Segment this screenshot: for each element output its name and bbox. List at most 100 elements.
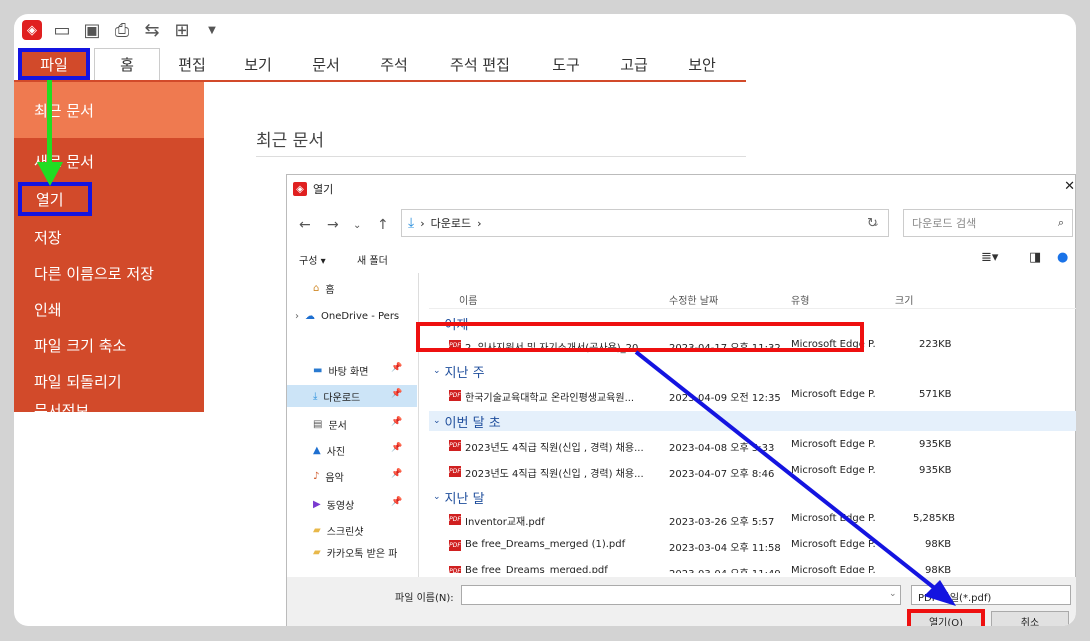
tab-view[interactable]: 보기	[224, 48, 292, 80]
back-arrow-icon[interactable]: ←	[299, 217, 311, 233]
pdf-icon: PDF	[449, 466, 461, 477]
dropdown-icon[interactable]: ▼	[202, 20, 222, 40]
column-name[interactable]: 이름	[459, 292, 477, 307]
folder-icon: ▰	[313, 546, 321, 558]
nav-item-home[interactable]: ⌂ 홈	[313, 277, 335, 299]
pin-icon[interactable]: 📌	[391, 389, 402, 399]
tab-tools[interactable]: 도구	[532, 48, 600, 80]
pin-icon[interactable]: 📌	[391, 469, 402, 479]
search-icon[interactable]: ⌕	[1058, 216, 1064, 230]
file-name: 2023년도 4직급 직원(신입 , 경력) 채용...	[465, 443, 644, 454]
filetype-select[interactable]: PDF 파일(*.pdf)	[911, 585, 1071, 605]
pdf-icon: PDF	[449, 390, 461, 401]
address-bar[interactable]: ⤓ › 다운로드 › ⌄	[401, 209, 889, 237]
help-icon[interactable]: ●	[1057, 250, 1068, 265]
nav-item-kakaotalk[interactable]: ▰ 카카오톡 받은 파	[313, 545, 397, 560]
organize-button[interactable]: 구성 ▾	[299, 252, 326, 267]
group-header[interactable]: ⌄ 지난 달	[429, 487, 1076, 507]
nav-item-onedrive[interactable]: › ☁ OneDrive - Pers	[295, 305, 399, 327]
file-row[interactable]: PDF 2023년도 4직급 직원(신입 , 경력) 채용... 2023-04…	[429, 461, 1076, 483]
file-menu-sidebar: 최근 문서 새로 문서 열기 저장 다른 이름으로 저장 인쇄 파일 크기 축소…	[14, 82, 204, 414]
music-icon: ♪	[313, 470, 320, 482]
file-row[interactable]: PDF 2023년도 4직급 직원(신입 , 경력) 채용... 2023-04…	[429, 435, 1076, 457]
pin-icon[interactable]: 📌	[391, 363, 402, 373]
chevron-down-icon[interactable]: ⌄	[889, 589, 897, 599]
file-name: Be free_Dreams_merged.pdf	[465, 565, 608, 573]
tab-comment[interactable]: 주석	[360, 48, 428, 80]
save-icon[interactable]: ▣	[82, 20, 102, 41]
dialog-toolbar: 구성 ▾ 새 폴더 ≣▾ ◨ ●	[287, 247, 1076, 271]
nav-label: 음악	[325, 472, 344, 484]
sidebar-item-reduce-size[interactable]: 파일 크기 축소	[14, 328, 204, 362]
redo-icon[interactable]: ⇆	[142, 20, 162, 41]
file-name: 2023년도 4직급 직원(신입 , 경력) 채용...	[465, 469, 644, 480]
quick-access-toolbar: ◈ ▭ ▣ ⎙ ⇆ ⊞ ▼	[22, 16, 222, 44]
filename-input[interactable]	[461, 585, 901, 605]
sidebar-item-save[interactable]: 저장	[14, 220, 204, 254]
cancel-button[interactable]: 취소	[991, 611, 1069, 626]
sidebar-item-print[interactable]: 인쇄	[14, 292, 204, 326]
new-doc-icon[interactable]: ⊞	[172, 20, 192, 41]
tab-security[interactable]: 보안	[668, 48, 736, 80]
nav-item-music[interactable]: ♪ 음악	[313, 465, 344, 487]
app-window: ◈ ▭ ▣ ⎙ ⇆ ⊞ ▼ 파일 홈 편집 보기 문서 주석 주석 편집 도구 …	[14, 14, 1076, 626]
group-label: 지난 주	[444, 365, 485, 381]
nav-label: 바탕 화면	[328, 366, 369, 378]
file-date: 2023-04-09 오전 12:35	[669, 393, 781, 404]
column-date[interactable]: 수정한 날짜	[669, 292, 718, 307]
file-name: 한국기술교육대학교 온라인평생교육원...	[465, 393, 635, 404]
tab-home[interactable]: 홈	[94, 48, 160, 80]
pin-icon[interactable]: 📌	[391, 443, 402, 453]
recent-chevron-icon[interactable]: ⌄	[353, 220, 361, 231]
search-input[interactable]: 다운로드 검색 ⌕	[903, 209, 1073, 237]
group-header[interactable]: ⌄ 이번 달 초	[429, 411, 1076, 431]
pin-icon[interactable]: 📌	[391, 497, 402, 507]
nav-label: 문서	[328, 420, 347, 432]
pin-icon[interactable]: 📌	[391, 417, 402, 427]
preview-pane-icon[interactable]: ◨	[1029, 250, 1041, 265]
file-row[interactable]: PDF Be free_Dreams_merged (1).pdf 2023-0…	[429, 535, 1076, 557]
forward-arrow-icon[interactable]: →	[327, 217, 339, 233]
print-icon[interactable]: ⎙	[112, 20, 132, 41]
file-row[interactable]: PDF Inventor교재.pdf 2023-03-26 오후 5:57 Mi…	[429, 509, 1076, 531]
chevron-down-icon: ⌄	[433, 416, 441, 426]
sidebar-item-doc-info[interactable]: 문서정보	[14, 400, 204, 414]
column-type[interactable]: 유형	[791, 292, 809, 307]
tab-comment-edit[interactable]: 주석 편집	[428, 48, 532, 80]
nav-item-screenshots[interactable]: ▰ 스크린샷	[313, 519, 364, 541]
chevron-down-icon: ⌄	[433, 492, 441, 502]
tab-edit[interactable]: 편집	[160, 48, 224, 80]
breadcrumb-downloads[interactable]: 다운로드	[431, 215, 471, 231]
divider	[256, 156, 746, 157]
file-size: 571KB	[919, 389, 952, 400]
tab-file[interactable]: 파일	[18, 48, 90, 80]
sidebar-item-open[interactable]: 열기	[18, 182, 92, 216]
nav-item-documents[interactable]: ▤ 문서	[313, 413, 347, 435]
file-name: Be free_Dreams_merged (1).pdf	[465, 539, 626, 550]
folder-open-icon[interactable]: ▭	[52, 20, 72, 41]
up-arrow-icon[interactable]: ↑	[377, 217, 389, 233]
sidebar-item-recent[interactable]: 최근 문서	[14, 82, 204, 138]
page-title: 최근 문서	[256, 131, 324, 151]
refresh-icon[interactable]: ↻	[867, 216, 878, 231]
nav-label: 홈	[325, 284, 335, 296]
column-size[interactable]: 크기	[895, 292, 913, 307]
close-icon[interactable]: ✕	[1064, 179, 1075, 194]
nav-item-desktop[interactable]: ▬ 바탕 화면	[313, 359, 368, 381]
chevron-down-icon: ⌄	[433, 366, 441, 376]
view-menu-icon[interactable]: ≣▾	[981, 250, 998, 265]
new-folder-button[interactable]: 새 폴더	[357, 252, 388, 267]
open-button[interactable]: 열기(O)	[907, 609, 985, 626]
sidebar-item-revert[interactable]: 파일 되돌리기	[14, 364, 204, 398]
navigation-pane: ⌂ 홈 › ☁ OneDrive - Pers ▬ 바탕 화면 📌 ⤓ 다운로드 📌 ▤ 문…	[287, 273, 419, 577]
sidebar-item-save-as[interactable]: 다른 이름으로 저장	[14, 256, 204, 290]
group-header[interactable]: ⌄ 지난 주	[429, 361, 1076, 381]
tab-document[interactable]: 문서	[292, 48, 360, 80]
tab-advanced[interactable]: 고급	[600, 48, 668, 80]
nav-item-pictures[interactable]: ▲ 사진	[313, 439, 345, 461]
acrobat-logo-icon: ◈	[22, 20, 42, 40]
nav-item-videos[interactable]: ▶ 동영상	[313, 493, 354, 515]
file-row[interactable]: PDF 한국기술교육대학교 온라인평생교육원... 2023-04-09 오전 …	[429, 385, 1076, 407]
file-row[interactable]: PDF Be free_Dreams_merged.pdf 2023-03-04…	[429, 561, 1076, 573]
highlight-box	[416, 322, 864, 352]
